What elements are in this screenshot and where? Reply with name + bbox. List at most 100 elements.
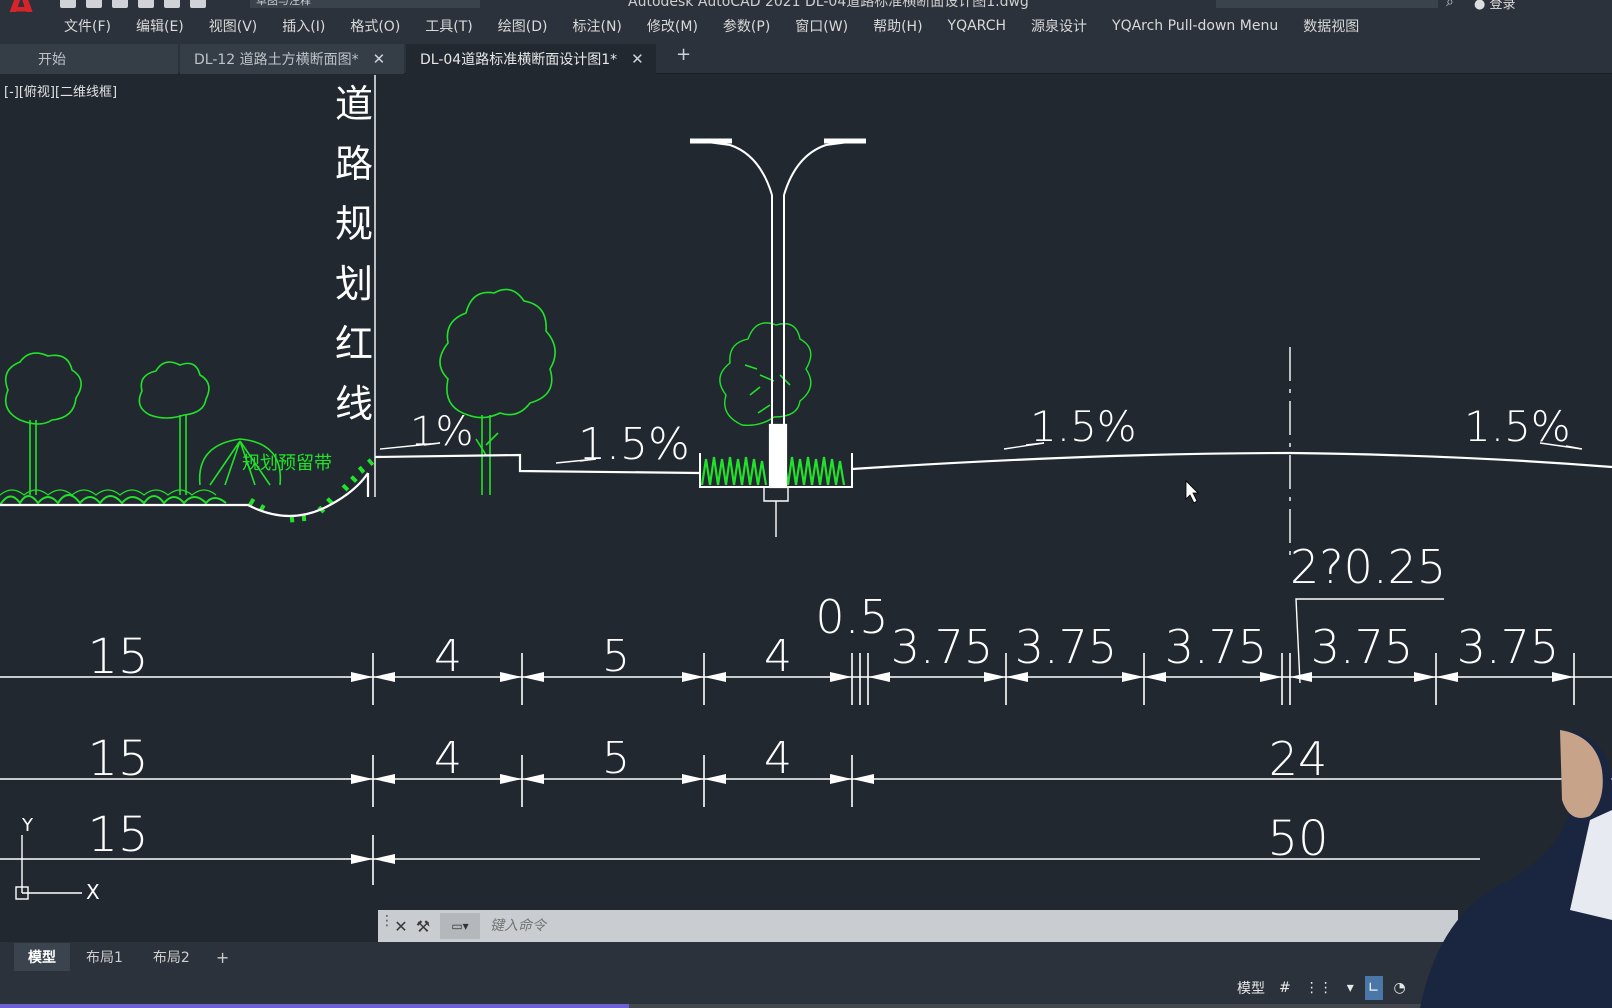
tab-layout1[interactable]: 布局1	[72, 943, 137, 971]
carriageway-profile	[851, 451, 1612, 471]
menu-file[interactable]: 文件(F)	[64, 16, 111, 36]
menu-parametric[interactable]: 参数(P)	[723, 16, 770, 36]
tree-left-1-trunk	[29, 420, 37, 495]
ucs-x-label: X	[86, 880, 100, 904]
viewport-label[interactable]: [-][俯视][二维线框]	[4, 81, 117, 100]
command-input[interactable]	[486, 911, 1458, 941]
red-line-char: 道	[335, 82, 373, 126]
menu-window[interactable]: 窗口(W)	[795, 16, 848, 36]
dim-text: 3.75	[1165, 620, 1267, 674]
ground-line-left	[0, 472, 369, 518]
median-base	[763, 487, 789, 537]
menu-draw[interactable]: 绘图(D)	[498, 16, 548, 36]
hedge-left-2	[0, 489, 217, 496]
title-bar: A 草图与注释 Autodesk AutoCAD 2021 DL-04道路标准横…	[0, 0, 1612, 12]
dim-text: 15	[87, 731, 148, 787]
dim-text: 4	[764, 631, 792, 682]
close-icon[interactable]: ✕	[373, 50, 386, 68]
dim-text: 3.75	[1015, 620, 1117, 674]
slope-label-lane-left: 1.5%	[1030, 402, 1137, 451]
open-icon[interactable]	[86, 0, 102, 8]
help-search-input[interactable]	[1216, 0, 1438, 8]
saveas-icon[interactable]	[138, 0, 154, 8]
polar-icon[interactable]: ◔	[1391, 976, 1409, 1000]
dim-text: 4	[764, 733, 792, 784]
search-icon[interactable]: ⌕	[1446, 0, 1454, 10]
video-progress-fill	[0, 1004, 629, 1008]
dim-text: 4	[434, 733, 462, 784]
drawing-canvas[interactable]: 道 路 规 划 红 线 规划预留带 1% 1.5% 1.5% 1.5% 2?0.…	[0, 75, 1612, 910]
menu-insert[interactable]: 插入(I)	[282, 16, 325, 36]
model-space-button[interactable]: 模型	[1234, 976, 1268, 1000]
tab-dl12[interactable]: DL-12 道路土方横断面图* ✕	[180, 44, 404, 74]
menu-modify[interactable]: 修改(M)	[647, 16, 698, 36]
slope-label-lane-right: 1.5%	[1464, 402, 1571, 451]
slope-label-bikeway: 1.5%	[578, 419, 690, 470]
login-button[interactable]: ● 登录	[1474, 0, 1516, 12]
new-icon[interactable]	[60, 0, 76, 8]
lamp-base	[768, 423, 788, 489]
menu-dimension[interactable]: 标注(N)	[573, 16, 622, 36]
close-icon[interactable]: ✕	[390, 913, 412, 939]
red-line-char: 红	[335, 322, 373, 366]
ucs-y-label: Y	[21, 815, 34, 836]
grid-icon[interactable]: #	[1276, 976, 1294, 1000]
add-layout-button[interactable]: +	[216, 948, 229, 967]
layout-tab-bar: 模型 布局1 布局2 +	[0, 942, 1612, 972]
menu-view[interactable]: 视图(V)	[209, 16, 258, 36]
crown-note: 2?0.25	[1290, 540, 1446, 594]
dim-text: 24	[1269, 732, 1328, 786]
chevron-down-icon[interactable]: ▾	[1344, 976, 1357, 1000]
menu-yqarch[interactable]: YQARCH	[948, 18, 1006, 34]
dim-text: 15	[87, 807, 148, 863]
dim-text: 4	[434, 631, 462, 682]
tab-layout2[interactable]: 布局2	[139, 943, 204, 971]
menu-yqarch-pulldown[interactable]: YQArch Pull-down Menu	[1112, 18, 1278, 34]
tab-dl04[interactable]: DL-04道路标准横断面设计图1* ✕	[406, 44, 656, 74]
mouse-cursor-icon	[1185, 480, 1199, 504]
snap-icon[interactable]: ⋮⋮	[1302, 976, 1336, 1000]
ortho-icon[interactable]: ∟	[1364, 976, 1383, 1000]
red-line-char: 路	[335, 142, 373, 186]
hedge-left	[0, 494, 227, 506]
menu-tools[interactable]: 工具(T)	[425, 16, 472, 36]
dim-text: 3.75	[891, 620, 993, 674]
road-cross-section-drawing: 道 路 规 划 红 线 规划预留带 1% 1.5% 1.5% 1.5% 2?0.…	[0, 75, 1612, 904]
tree-left-2-trunk	[179, 415, 187, 495]
menu-format[interactable]: 格式(O)	[350, 16, 400, 36]
tab-start[interactable]: 开始	[0, 44, 178, 74]
video-progress-bar[interactable]	[0, 1004, 1612, 1008]
menu-yuanquan[interactable]: 源泉设计	[1031, 16, 1087, 36]
tab-model[interactable]: 模型	[14, 943, 70, 971]
reserve-zone-label: 规划预留带	[242, 453, 332, 474]
autocad-logo[interactable]: A	[8, 0, 42, 12]
save-icon[interactable]	[112, 0, 128, 8]
dimension-lines	[0, 653, 1612, 885]
dim-text: 50	[1267, 811, 1328, 867]
slope-label-sidewalk: 1%	[410, 409, 473, 455]
command-line: ⋮ ✕ ⚒ ▭▾	[378, 910, 1458, 942]
presenter-video	[1420, 730, 1612, 1008]
tree-left-1	[4, 352, 82, 425]
menu-help[interactable]: 帮助(H)	[873, 16, 922, 36]
menu-edit[interactable]: 编辑(E)	[136, 16, 184, 36]
undo-icon[interactable]	[190, 0, 206, 8]
print-icon[interactable]	[164, 0, 180, 8]
wrench-icon[interactable]: ⚒	[412, 913, 434, 939]
dim-text: 5	[602, 631, 630, 682]
dim-text: 3.75	[1311, 620, 1413, 674]
menu-data-view[interactable]: 数据视图	[1303, 16, 1359, 36]
file-tab-bar: 开始 DL-12 道路土方横断面图* ✕ DL-04道路标准横断面设计图1* ✕	[0, 40, 1612, 74]
quick-access-toolbar[interactable]	[60, 0, 230, 8]
new-tab-button[interactable]: +	[676, 44, 691, 65]
drawing-text: 道 路 规 划 红 线 规划预留带 1% 1.5% 1.5% 1.5% 2?0.…	[21, 82, 1571, 904]
window-title: Autodesk AutoCAD 2021 DL-04道路标准横断面设计图1.d…	[628, 0, 1029, 10]
grip-icon[interactable]: ⋮	[380, 913, 394, 939]
tree-left-2	[138, 361, 210, 419]
close-icon[interactable]: ✕	[631, 50, 644, 68]
slope-arrows	[379, 442, 1583, 464]
lamp-arms	[699, 140, 857, 196]
workspace-select[interactable]: 草图与注释	[250, 0, 480, 8]
road-linework	[0, 75, 1612, 555]
command-history-button[interactable]: ▭▾	[440, 913, 480, 939]
